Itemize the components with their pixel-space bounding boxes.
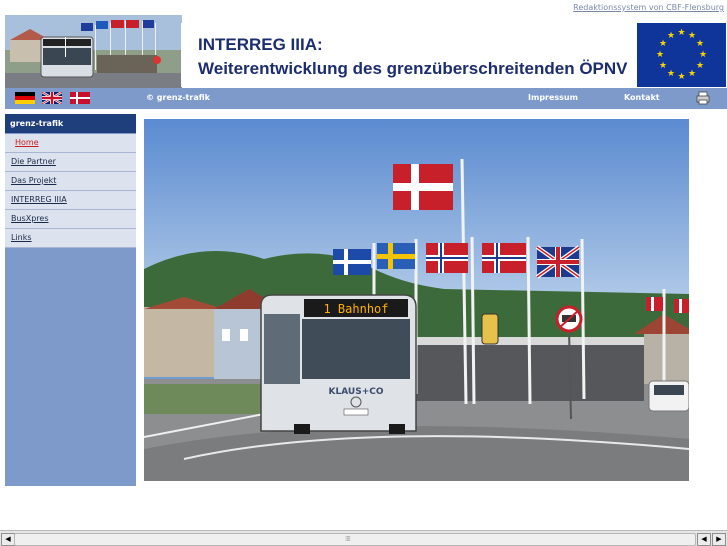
svg-text:★: ★ bbox=[688, 31, 696, 41]
bus-brand-text: KLAUS+CO bbox=[329, 387, 384, 397]
copyright-text: © grenz-trafik bbox=[146, 93, 210, 102]
header-banner: INTERREG IIIA: Weiterentwicklung des gre… bbox=[5, 15, 727, 89]
svg-text:★: ★ bbox=[659, 61, 667, 71]
arrow-left-icon-right-button[interactable]: ◀ bbox=[697, 533, 711, 546]
svg-text:★: ★ bbox=[677, 28, 685, 38]
sidebar-item-interreg[interactable]: INTERREG IIIA bbox=[5, 191, 136, 210]
svg-text:★: ★ bbox=[659, 39, 667, 49]
svg-text:★: ★ bbox=[699, 50, 707, 60]
printer-icon[interactable] bbox=[696, 91, 710, 105]
sidebar-item-links[interactable]: Links bbox=[5, 229, 136, 248]
sidebar-item-partner[interactable]: Die Partner bbox=[5, 153, 136, 172]
title-line-2: Weiterentwicklung des grenzüberschreiten… bbox=[198, 59, 628, 78]
danish-flag-icon[interactable] bbox=[70, 92, 90, 104]
arrow-right-icon[interactable]: ▶ bbox=[712, 533, 726, 546]
sidebar-item-home[interactable]: Home bbox=[5, 134, 136, 153]
impressum-link[interactable]: Impressum bbox=[528, 93, 578, 102]
banner-title: INTERREG IIIA: Weiterentwicklung des gre… bbox=[181, 23, 637, 87]
arrow-left-icon[interactable]: ◀ bbox=[1, 533, 15, 546]
top-navbar: © grenz-trafik Impressum Kontakt bbox=[5, 88, 727, 109]
sidebar-item-busxpres[interactable]: BusXpres bbox=[5, 210, 136, 229]
bus-destination-sign: 1 Bahnhof bbox=[323, 302, 388, 316]
svg-text:★: ★ bbox=[667, 31, 675, 41]
uk-flag-icon[interactable] bbox=[42, 92, 62, 104]
cms-link[interactable]: Redaktionssystem von CBF-Flensburg bbox=[573, 3, 724, 12]
svg-text:★: ★ bbox=[677, 72, 685, 82]
svg-text:★: ★ bbox=[667, 69, 675, 79]
sidebar-nav: grenz-trafik Home Die Partner Das Projek… bbox=[5, 114, 136, 486]
sidebar-item-projekt[interactable]: Das Projekt bbox=[5, 172, 136, 191]
banner-photo bbox=[5, 15, 182, 89]
svg-text:★: ★ bbox=[656, 50, 664, 60]
kontakt-link[interactable]: Kontakt bbox=[624, 93, 660, 102]
horizontal-scrollbar[interactable]: ◀ ⁞⁞⁞⁞ ◀ ▶ bbox=[0, 530, 727, 546]
svg-text:★: ★ bbox=[696, 61, 704, 71]
scrollbar-grip-icon: ⁞⁞⁞⁞ bbox=[345, 535, 351, 543]
main-photo: 1 Bahnhof KLAUS+CO bbox=[144, 119, 689, 481]
svg-text:★: ★ bbox=[696, 39, 704, 49]
title-line-1: INTERREG IIIA: bbox=[198, 35, 323, 54]
eu-flag-icon: ★ ★ ★ ★ ★ ★ ★ ★ ★ ★ ★ ★ bbox=[637, 23, 726, 87]
sidebar-heading: grenz-trafik bbox=[5, 114, 136, 133]
svg-text:★: ★ bbox=[688, 69, 696, 79]
german-flag-icon[interactable] bbox=[15, 92, 35, 104]
scrollbar-track[interactable]: ⁞⁞⁞⁞ bbox=[14, 533, 696, 546]
